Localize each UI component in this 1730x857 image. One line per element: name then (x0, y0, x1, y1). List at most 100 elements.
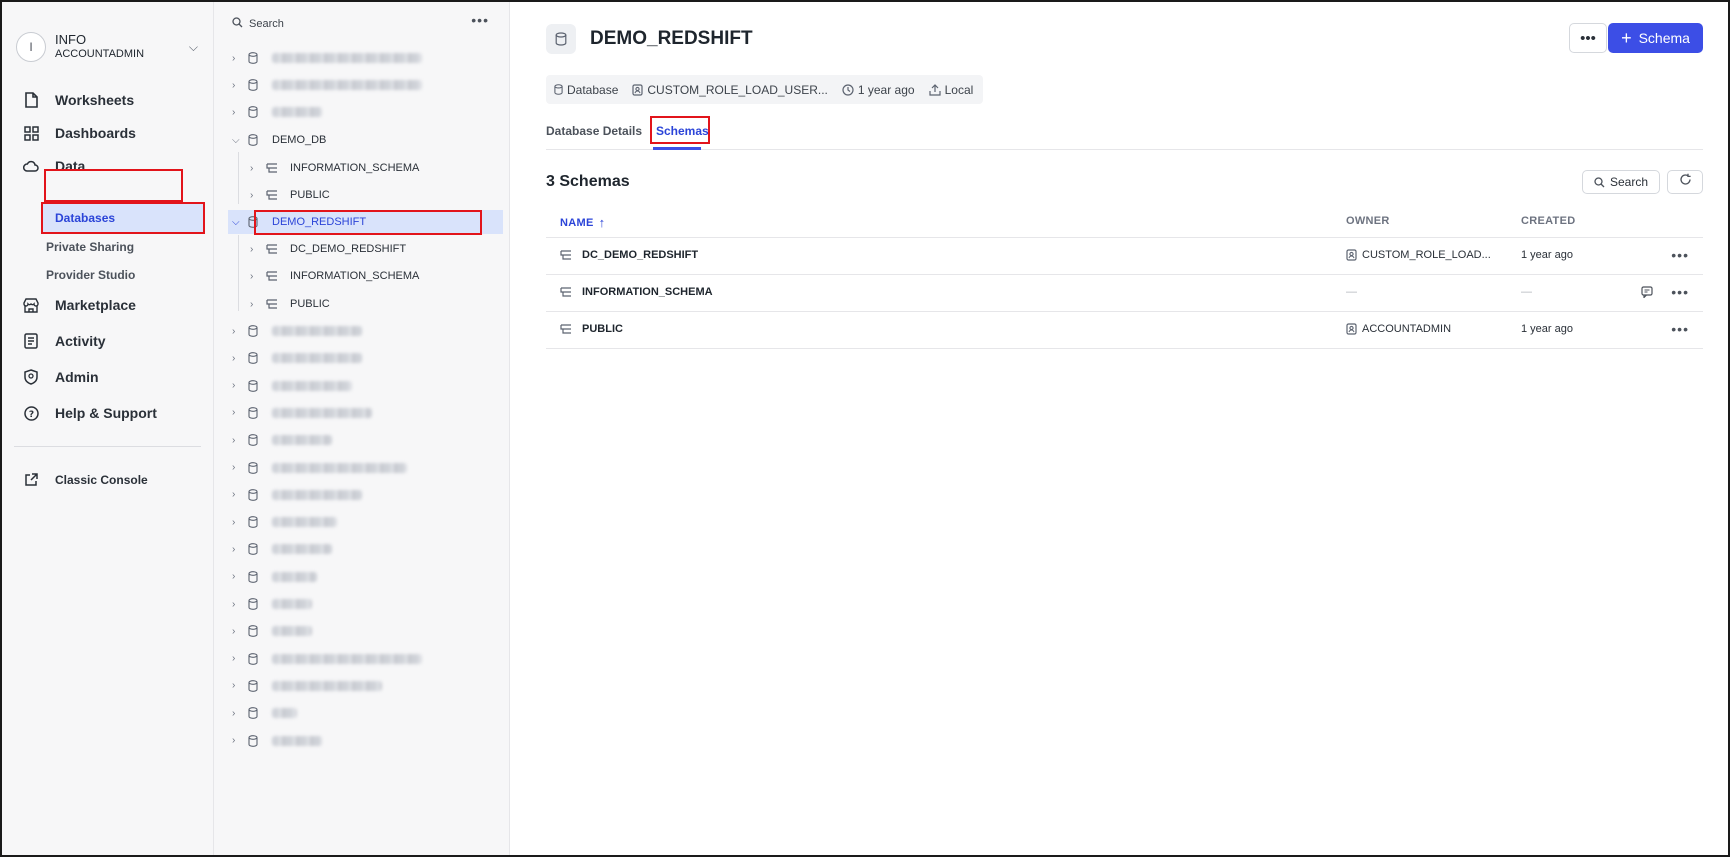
tree-database-row[interactable]: › (232, 566, 317, 588)
tree-database-row[interactable]: › (232, 730, 322, 752)
tree-schema-row[interactable]: › DC_DEMO_REDSHIFT (250, 238, 406, 260)
redacted-name (272, 435, 332, 446)
account-switcher[interactable]: I INFO ACCOUNTADMIN ⌵ (16, 28, 202, 66)
meta-created: 1 year ago (842, 83, 915, 97)
tree-schema-row[interactable]: › PUBLIC (250, 184, 330, 206)
section-title: 3 Schemas (546, 173, 630, 190)
avatar: I (16, 32, 46, 62)
tree-guide (238, 152, 239, 204)
cloud-icon (22, 157, 40, 175)
table-row[interactable]: PUBLIC ACCOUNTADMIN 1 year ago ••• (546, 312, 1703, 349)
nav-databases[interactable]: Databases (43, 204, 203, 232)
plus-icon: + (1621, 28, 1632, 48)
tree-database-row[interactable]: › (232, 375, 352, 397)
tree-database-demo-db[interactable]: ⌵ DEMO_DB (232, 129, 326, 151)
tree-schema-row[interactable]: › INFORMATION_SCHEMA (250, 265, 419, 287)
tree-database-row[interactable]: › (232, 320, 362, 342)
tree-schema-row[interactable]: › PUBLIC (250, 293, 330, 315)
database-icon (248, 543, 264, 556)
tree-database-row[interactable]: › (232, 429, 332, 451)
tree-database-row[interactable]: › (232, 101, 322, 123)
chevron-right-icon: › (232, 735, 236, 746)
nav-divider (14, 446, 201, 447)
nav-data[interactable]: Data (22, 154, 85, 178)
more-icon: ••• (1580, 29, 1596, 47)
role-icon (1346, 323, 1357, 335)
table-row[interactable]: INFORMATION_SCHEMA — — ••• (546, 275, 1703, 312)
tree-database-row[interactable]: › (232, 648, 422, 670)
database-icon (248, 516, 264, 528)
nav-private-sharing[interactable]: Private Sharing (46, 236, 134, 258)
button-label: Schema (1638, 30, 1690, 46)
comment-icon[interactable] (1641, 286, 1653, 298)
nav-help-support[interactable]: ? Help & Support (22, 401, 157, 425)
row-more-icon[interactable]: ••• (1671, 284, 1689, 300)
tree-search[interactable]: Search (232, 14, 284, 34)
chevron-right-icon: › (232, 516, 236, 528)
refresh-button[interactable] (1667, 170, 1703, 194)
chevron-right-icon: › (232, 380, 236, 392)
database-icon (248, 488, 264, 501)
tree-database-row[interactable]: › (232, 538, 332, 560)
object-explorer: Search ••• › › › ⌵ DEMO_DB › INFORMATION… (214, 2, 510, 855)
database-icon (248, 570, 264, 583)
schema-icon (560, 287, 572, 297)
cell-created: — (1521, 286, 1532, 298)
column-header-created[interactable]: CREATED (1521, 215, 1575, 227)
tab-database-details[interactable]: Database Details (546, 124, 642, 138)
sort-ascending-icon: ↑ (598, 215, 606, 230)
chevron-down-icon: ⌵ (232, 216, 240, 228)
database-icon (248, 52, 264, 64)
tree-database-row[interactable]: › (232, 484, 362, 506)
chevron-right-icon: › (232, 571, 236, 583)
table-row[interactable]: DC_DEMO_REDSHIFT CUSTOM_ROLE_LOAD... 1 y… (546, 238, 1703, 275)
row-more-icon[interactable]: ••• (1671, 247, 1689, 263)
database-icon (248, 434, 264, 447)
column-header-name[interactable]: NAME ↑ (560, 215, 605, 230)
nav-sub-label: Databases (55, 211, 116, 225)
add-schema-button[interactable]: + Schema (1608, 23, 1703, 53)
tree-database-row[interactable]: › (232, 47, 422, 69)
tree-schema-row[interactable]: › INFORMATION_SCHEMA (250, 157, 419, 179)
row-more-icon[interactable]: ••• (1671, 321, 1689, 337)
nav-provider-studio[interactable]: Provider Studio (46, 264, 135, 286)
nav-label: Worksheets (55, 92, 135, 108)
more-actions-button[interactable]: ••• (1569, 23, 1607, 53)
tree-database-row[interactable]: › (232, 702, 297, 724)
tab-schemas[interactable]: Schemas (656, 124, 709, 138)
database-icon (546, 24, 576, 54)
tree-database-demo-redshift[interactable]: ⌵ DEMO_REDSHIFT (232, 211, 366, 233)
nav-activity[interactable]: Activity (22, 329, 106, 353)
tree-database-row[interactable]: › (232, 593, 312, 615)
redacted-name (272, 107, 322, 117)
cell-owner: ACCOUNTADMIN (1346, 323, 1451, 335)
tree-database-row[interactable]: › (232, 402, 372, 424)
nav-sub-label: Provider Studio (46, 268, 136, 282)
account-name: INFO (55, 32, 87, 47)
database-icon (248, 379, 264, 392)
activity-icon (22, 332, 40, 350)
search-button[interactable]: Search (1582, 170, 1660, 194)
chevron-down-icon: ⌵ (188, 40, 198, 54)
tree-database-row[interactable]: › (232, 620, 312, 642)
chevron-right-icon: › (232, 106, 236, 118)
column-header-owner[interactable]: OWNER (1346, 215, 1390, 227)
object-meta-bar: Database CUSTOM_ROLE_LOAD_USER... 1 year… (546, 75, 984, 104)
shield-icon (22, 368, 40, 386)
tree-database-row[interactable]: › (232, 347, 362, 369)
nav-dashboards[interactable]: Dashboards (22, 121, 136, 145)
tree-database-row[interactable]: › (232, 74, 422, 96)
active-tab-indicator (653, 147, 701, 150)
chevron-right-icon: › (232, 434, 236, 446)
database-icon (248, 652, 264, 665)
nav-worksheets[interactable]: Worksheets (22, 88, 134, 112)
tree-database-row[interactable]: › (232, 511, 337, 533)
cell-text: CUSTOM_ROLE_LOAD... (1362, 249, 1491, 261)
nav-admin[interactable]: Admin (22, 365, 99, 389)
tree-database-row[interactable]: › (232, 457, 407, 479)
nav-marketplace[interactable]: Marketplace (22, 293, 136, 317)
more-options-icon[interactable]: ••• (471, 12, 489, 28)
tree-database-row[interactable]: › (232, 675, 382, 697)
nav-classic-console[interactable]: Classic Console (22, 468, 148, 492)
nav-label: Activity (55, 333, 106, 349)
